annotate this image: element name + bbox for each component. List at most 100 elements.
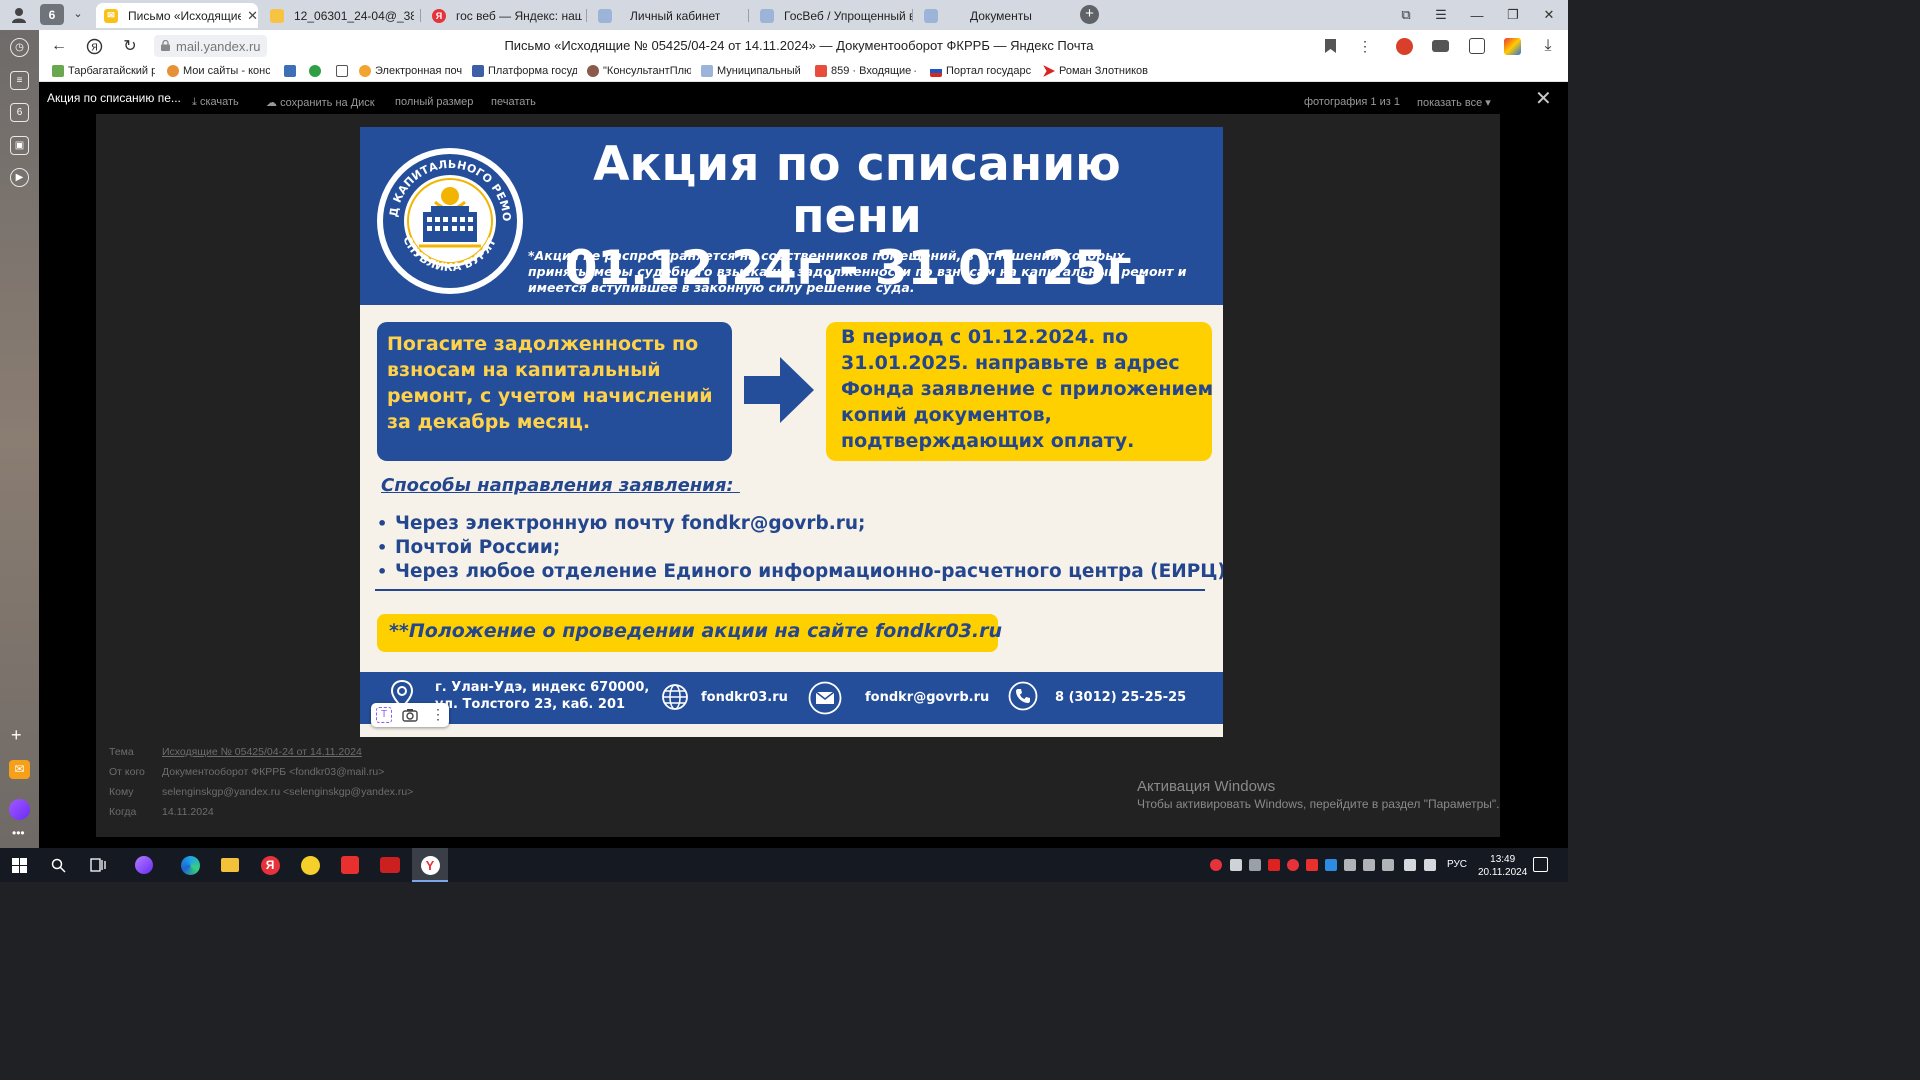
extension-icon[interactable] [1396,38,1413,55]
bookmark-item[interactable]: Тарбагатайский р [52,65,155,77]
yandex-button-icon[interactable]: Я [85,37,103,55]
volume-icon[interactable] [1424,859,1436,871]
tab-yandex-search[interactable]: Я гос веб — Яндекс: нашлос [424,3,582,28]
yandex-mail-icon: ✉ [104,8,118,23]
task-view-icon[interactable] [88,855,108,875]
windows-start-icon[interactable] [9,855,29,875]
tabs-badge-icon[interactable]: 6 [10,103,29,122]
more-vertical-icon[interactable]: ⋮ [431,706,445,723]
history-icon[interactable]: ◷ [10,38,29,57]
app-icon[interactable] [300,855,320,875]
full-size-button[interactable]: полный размер [395,96,473,108]
bookmark-item[interactable]: Портал государс [930,65,1033,77]
bookmark-item[interactable] [284,65,298,77]
back-icon[interactable]: ← [50,37,68,55]
step-one-box: Погасите задолженность по взносам на кап… [377,322,732,461]
yandex-active-icon[interactable]: Y [420,855,440,875]
network-icon[interactable] [1404,859,1416,871]
tray-icon[interactable] [1230,859,1242,871]
tray-icon[interactable] [1363,859,1375,871]
download-icon: ⤓ [192,96,197,108]
close-tab-icon[interactable]: ✕ [247,8,258,24]
extension-icon[interactable] [1432,40,1449,52]
collections-icon[interactable] [1469,38,1485,54]
profile-icon[interactable] [10,6,28,24]
system-clock[interactable]: 13:49 20.11.2024 [1478,853,1527,879]
app-icon[interactable] [340,855,360,875]
video-play-icon[interactable]: ▶ [10,168,29,187]
poster-header: ФОНД КАПИТАЛЬНОГО РЕМОНТА РЕСПУБЛИКА БУР… [360,127,1223,305]
screenshot-icon[interactable]: ▣ [10,136,29,155]
browser-tab-strip: 6 ⌄ ✉ Письмо «Исходящие N ✕ 12_06301_24-… [0,0,1568,30]
notifications-icon[interactable] [1533,857,1548,872]
bookmark-item[interactable]: Роман Злотников [1043,65,1149,77]
close-viewer-icon[interactable]: ✕ [1535,86,1552,111]
restore-button[interactable]: ❐ [1504,6,1522,24]
extension-icon[interactable] [1504,38,1521,55]
bookmark-item[interactable]: Электронная поч [359,65,463,77]
add-panel-icon[interactable]: + [11,725,22,746]
alice-taskbar-icon[interactable] [134,855,154,875]
bookmark-item[interactable]: "КонсультантПлю [587,65,691,77]
minimize-button[interactable]: — [1468,6,1486,24]
tray-icon[interactable] [1268,859,1280,871]
disk-icon: ☁ [266,97,277,109]
tab-personal-account[interactable]: Личный кабинет [590,3,742,28]
show-all-button[interactable]: показать все ▾ [1417,96,1491,109]
tray-icon[interactable] [1325,859,1337,871]
tray-icon[interactable] [1344,859,1356,871]
globe-icon [662,684,688,710]
language-indicator[interactable]: РУС [1447,859,1467,870]
tray-icon[interactable] [1306,859,1318,871]
poster-footer: г. Улан-Удэ, индекс 670000, ул. Толстого… [360,672,1223,724]
tab-count-badge[interactable]: 6 [40,4,64,25]
camera-icon[interactable] [401,706,419,724]
close-window-button[interactable]: ✕ [1540,6,1558,24]
reload-icon[interactable]: ↻ [121,37,139,55]
subject-link[interactable]: Исходящие № 05425/04-24 от 14.11.2024 [162,746,362,758]
list-item: Через любое отделение Единого информацио… [377,560,1223,584]
download-button[interactable]: ⤓ скачать [192,96,239,109]
opera-tray-icon[interactable] [1210,859,1222,871]
page-title: Письмо «Исходящие № 05425/04-24 от 14.11… [504,38,1094,53]
new-tab-button[interactable]: + [1080,5,1099,24]
tab-mail-letter[interactable]: ✉ Письмо «Исходящие N ✕ [96,3,258,28]
yandex-browser-icon[interactable]: Я [260,855,280,875]
bookmark-icon[interactable] [1321,37,1339,55]
menu-icon[interactable]: ☰ [1432,6,1450,24]
app-icon[interactable] [380,855,400,875]
fund-logo-icon: ФОНД КАПИТАЛЬНОГО РЕМОНТА РЕСПУБЛИКА БУР… [375,146,523,294]
bookmark-item[interactable]: 859 · Входящие — [815,65,916,77]
url-field[interactable]: mail.yandex.ru [154,35,267,57]
tabs-dropdown-icon[interactable]: ⌄ [70,7,86,23]
bookmark-item[interactable]: Муниципальный [701,65,801,77]
save-to-disk-button[interactable]: ☁ сохранить на Диск [266,96,375,109]
more-vertical-icon[interactable]: ⋮ [1356,37,1374,55]
edge-icon[interactable] [180,855,200,875]
bookmark-item[interactable]: Платформа госуд [472,65,577,77]
divider [375,589,1205,591]
tray-icon[interactable] [1382,859,1394,871]
tab-documents[interactable]: Документы [916,3,1066,28]
file-explorer-icon[interactable] [220,855,240,875]
tab-document-file[interactable]: 12_06301_24-04@_3814 (1 [262,3,414,28]
more-icon[interactable]: ••• [12,826,25,840]
alice-icon[interactable] [9,799,30,820]
arrow-right-icon [744,357,814,423]
tray-icon[interactable] [1287,859,1299,871]
bookmark-item[interactable]: Мои сайты - конс [167,65,270,77]
mail-app-icon[interactable]: ✉ [9,760,30,779]
tray-icon[interactable] [1249,859,1261,871]
downloads-icon[interactable]: ⤓ [1539,37,1557,55]
bookmark-item[interactable] [336,65,350,77]
tab-gosweb[interactable]: ГосВеб / Упрощенный вво [752,3,912,28]
bookmarks-panel-icon[interactable]: ≡ [10,71,29,90]
tab-manager-icon[interactable]: ⧉ [1397,6,1415,24]
phone-icon [1008,681,1038,711]
bookmark-item[interactable] [309,65,323,77]
search-icon[interactable] [48,855,68,875]
image-viewer: Акция по списанию пе... ⤓ скачать ☁ сохр… [39,82,1568,848]
text-select-icon[interactable]: T [376,707,392,723]
print-button[interactable]: печатать [491,96,536,108]
phone-text: 8 (3012) 25-25-25 [1055,690,1187,705]
